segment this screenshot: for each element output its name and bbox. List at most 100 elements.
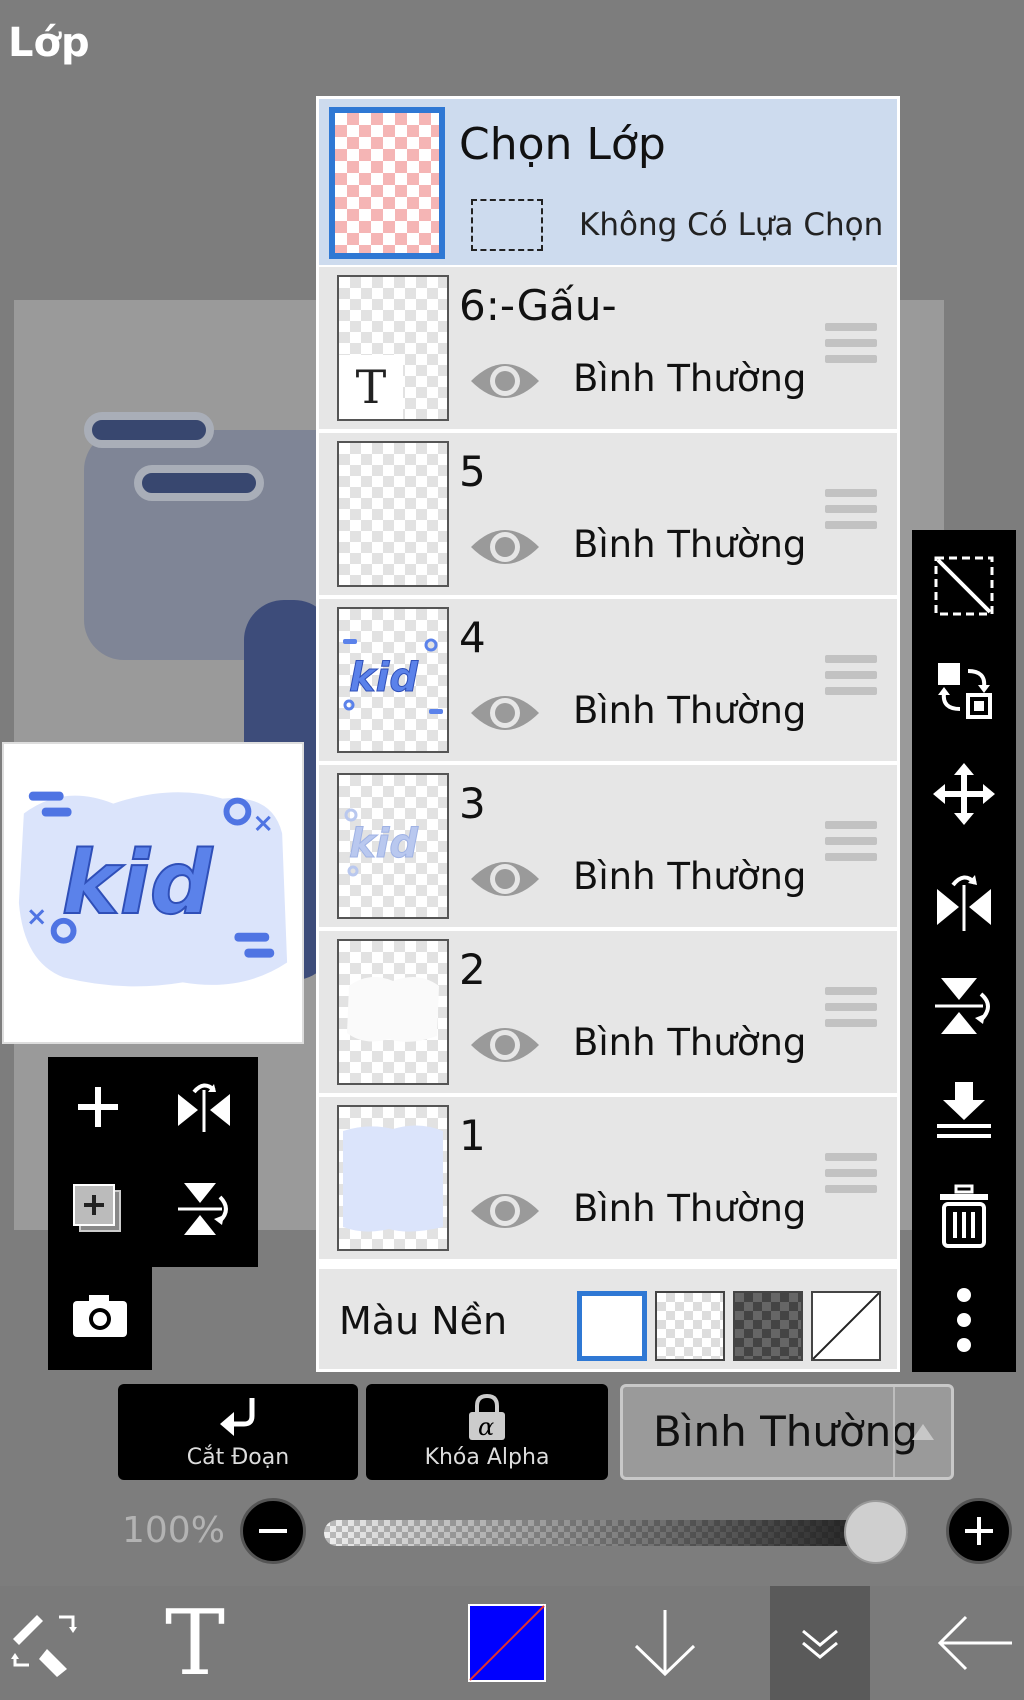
clipping-button[interactable]: Cắt Đoạn: [118, 1384, 358, 1480]
layer-row[interactable]: kid 3 Bình Thường: [319, 763, 897, 927]
camera-icon: [73, 1295, 127, 1337]
layer-thumbnail: [337, 441, 449, 587]
delete-layer-button[interactable]: [924, 1176, 1004, 1256]
layer-art: [347, 977, 439, 1042]
layer-name: 2: [459, 945, 486, 994]
triangle-up-icon: [912, 1424, 934, 1440]
opacity-increase-button[interactable]: [946, 1498, 1012, 1564]
arrow-left-icon: [937, 1615, 1012, 1671]
canvas-shape: [84, 412, 214, 448]
layer-thumbnail: [337, 939, 449, 1085]
visibility-eye-icon[interactable]: [469, 1021, 541, 1069]
layer-panel: Chọn Lớp Không Có Lựa Chọn T 6:-Gấu- Bìn…: [316, 96, 900, 1372]
blend-mode-value: Bình Thường: [653, 1407, 918, 1456]
svg-text:kid: kid: [349, 655, 418, 701]
merge-down-icon: [937, 1082, 991, 1138]
merge-down-button[interactable]: [924, 1070, 1004, 1150]
blend-mode-dropdown[interactable]: Bình Thường: [620, 1384, 954, 1480]
layer-blend-mode: Bình Thường: [573, 689, 807, 732]
drag-handle-icon[interactable]: [825, 987, 877, 1035]
layer-blend-mode: Bình Thường: [573, 1021, 807, 1064]
bg-white-swatch[interactable]: [577, 1291, 647, 1361]
drag-handle-icon[interactable]: [825, 489, 877, 537]
selection-layer-thumbnail: [329, 107, 445, 259]
preview-artwork: × × kid: [18, 791, 288, 987]
left-tool-panel: [48, 1057, 258, 1267]
more-vertical-icon: [957, 1288, 971, 1352]
color-swatch[interactable]: [462, 1586, 552, 1700]
drag-handle-icon[interactable]: [825, 821, 877, 869]
visibility-eye-icon[interactable]: [469, 1187, 541, 1235]
layer-thumbnail: kid: [337, 773, 449, 919]
clear-selection-button[interactable]: [924, 546, 1004, 626]
canvas-preview[interactable]: × × kid: [2, 742, 304, 1044]
canvas-shape: [134, 465, 264, 501]
drag-handle-icon[interactable]: [825, 655, 877, 703]
drag-handle-icon[interactable]: [825, 323, 877, 371]
svg-text:kid: kid: [349, 821, 418, 867]
bg-transparent-light-swatch[interactable]: [655, 1291, 725, 1361]
add-layer-button[interactable]: [58, 1067, 138, 1147]
layer-row[interactable]: T 6:-Gấu- Bình Thường: [319, 265, 897, 429]
arrow-down-button[interactable]: [620, 1586, 710, 1700]
text-layer-icon: T: [339, 355, 403, 419]
arrow-down-icon: [634, 1610, 696, 1677]
clipping-arrow-icon: [220, 1398, 255, 1436]
flip-horizontal-button[interactable]: [164, 1067, 244, 1147]
background-color-row: Màu Nền: [319, 1269, 897, 1369]
svg-text:α: α: [478, 1413, 494, 1441]
more-options-button[interactable]: [924, 1280, 1004, 1360]
layer-blend-mode: Bình Thường: [573, 357, 807, 400]
layer-blend-mode: Bình Thường: [573, 1187, 807, 1230]
layer-thumbnail: T: [337, 275, 449, 421]
move-icon: [933, 763, 995, 825]
brush-eraser-swap-button[interactable]: [0, 1586, 90, 1700]
back-button[interactable]: [930, 1586, 1020, 1700]
layer-thumbnail: [337, 1105, 449, 1251]
visibility-eye-icon[interactable]: [469, 523, 541, 571]
move-button[interactable]: [924, 754, 1004, 834]
opacity-slider[interactable]: [324, 1520, 908, 1546]
bottom-toolbar: T: [0, 1586, 1024, 1700]
duplicate-layer-icon: [73, 1184, 121, 1232]
layer-row[interactable]: 2 Bình Thường: [319, 929, 897, 1093]
brush-eraser-swap-icon: [11, 1615, 77, 1677]
layer-blend-mode: Bình Thường: [573, 523, 807, 566]
layer-row[interactable]: 5 Bình Thường: [319, 431, 897, 595]
flip-horizontal-button[interactable]: [924, 860, 1004, 940]
visibility-eye-icon[interactable]: [469, 689, 541, 737]
text-tool-icon[interactable]: T: [150, 1586, 240, 1700]
camera-button[interactable]: [60, 1276, 140, 1356]
layer-row[interactable]: kid 4 Bình Thường: [319, 597, 897, 761]
visibility-eye-icon[interactable]: [469, 855, 541, 903]
opacity-slider-handle[interactable]: [844, 1500, 908, 1564]
layer-art: [343, 1125, 443, 1232]
trash-icon: [940, 1184, 988, 1248]
duplicate-layer-button[interactable]: [58, 1169, 138, 1249]
flip-vertical-icon: [178, 1183, 228, 1235]
visibility-eye-icon[interactable]: [469, 357, 541, 405]
double-chevron-down-icon: [802, 1629, 838, 1659]
swap-layer-button[interactable]: [924, 650, 1004, 730]
background-label: Màu Nền: [339, 1299, 508, 1343]
layer-row[interactable]: 1 Bình Thường: [319, 1095, 897, 1259]
no-color-slash-icon: [812, 1292, 880, 1360]
opacity-decrease-button[interactable]: [240, 1498, 306, 1564]
layer-art: kid: [343, 638, 443, 714]
svg-text:kid: kid: [62, 832, 214, 934]
bg-none-swatch[interactable]: [811, 1291, 881, 1361]
drag-handle-icon[interactable]: [825, 1153, 877, 1201]
collapse-panel-button[interactable]: [770, 1586, 870, 1700]
selection-layer-title: Chọn Lớp: [459, 119, 666, 170]
layer-name: 5: [459, 447, 486, 496]
layer-name: 6:-Gấu-: [459, 281, 617, 330]
bg-transparent-dark-swatch[interactable]: [733, 1291, 803, 1361]
blend-mode-toggle[interactable]: [893, 1387, 951, 1477]
flip-vertical-button[interactable]: [924, 966, 1004, 1046]
selection-layer-row[interactable]: Chọn Lớp Không Có Lựa Chọn: [319, 99, 897, 265]
flip-vertical-button[interactable]: [164, 1169, 244, 1249]
plus-icon: [965, 1517, 993, 1545]
alpha-lock-button[interactable]: α Khóa Alpha: [366, 1384, 608, 1480]
layer-thumbnail: kid: [337, 607, 449, 753]
app-screen: Lớp × × kid Chọn Lớp Không Có Lựa Chọn T…: [0, 0, 1024, 1700]
